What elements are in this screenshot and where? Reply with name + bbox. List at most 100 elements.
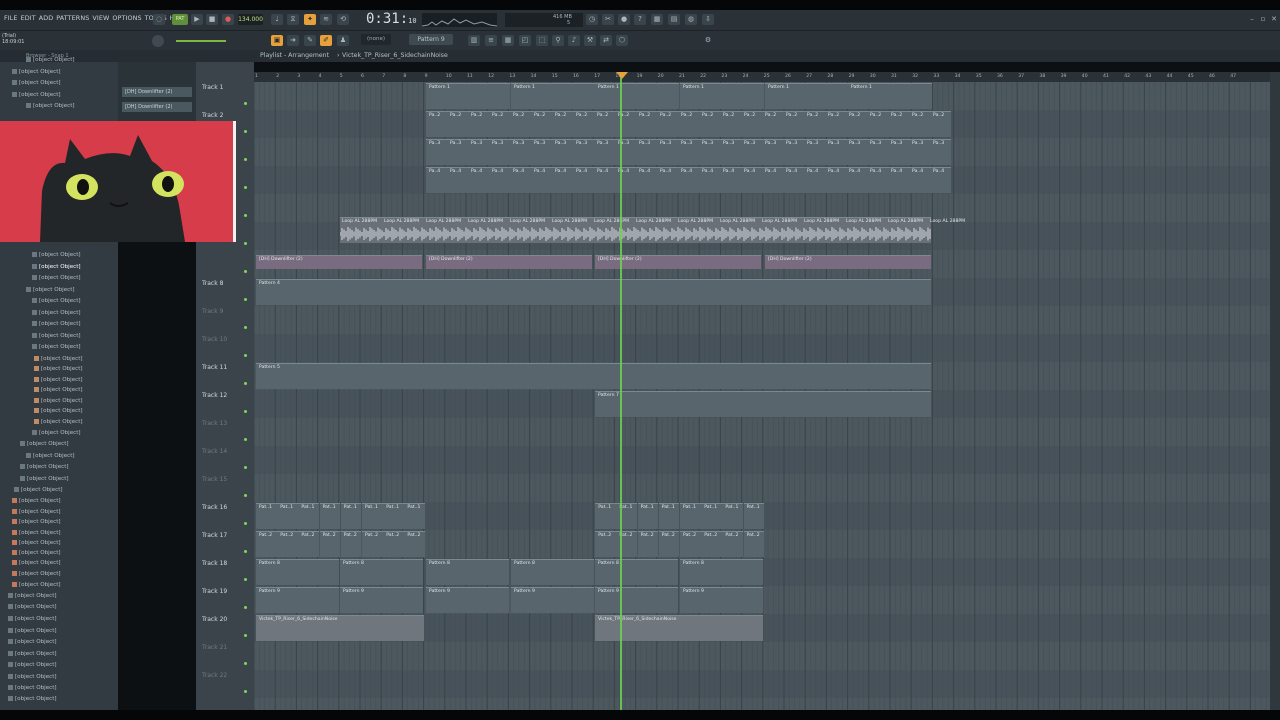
pattern-clip[interactable]: Pattern 1 — [426, 83, 510, 109]
browser-item[interactable]: [object Object] — [0, 614, 118, 625]
pattern-clip[interactable]: Pa..4 — [720, 167, 741, 193]
pattern-clip[interactable]: Pa..4 — [552, 167, 573, 193]
pattern-clip[interactable]: Pa..3 — [510, 139, 531, 165]
mixer-view-icon[interactable]: ▥ — [468, 35, 480, 46]
pattern-clip[interactable]: Pa..4 — [594, 167, 615, 193]
track-mute-dot[interactable] — [244, 298, 247, 301]
browser-item[interactable]: [object Object] — [0, 496, 118, 507]
grid-row[interactable] — [254, 334, 1270, 362]
grid-row[interactable] — [254, 418, 1270, 446]
countdown-icon[interactable]: ✦ — [304, 14, 316, 25]
track-mute-dot[interactable] — [244, 662, 247, 665]
pattern-clip[interactable]: Pat..2 — [277, 531, 298, 557]
channel-button[interactable]: [DH] Downlifter (2) — [122, 102, 192, 112]
track-label[interactable]: Track 9 — [202, 308, 223, 315]
browser-item[interactable]: [object Object] — [0, 672, 118, 683]
track-label[interactable]: Track 14 — [202, 448, 227, 455]
menu-item[interactable]: FILE — [4, 14, 18, 22]
browser-item[interactable]: [object Object] — [0, 78, 118, 89]
pattern-clip[interactable]: Pa..3 — [783, 139, 804, 165]
pattern-clip[interactable]: Pa..3 — [930, 139, 951, 165]
pattern-clip[interactable]: Pattern 1 — [680, 83, 764, 109]
pattern-clip[interactable]: Pattern 1 — [511, 83, 595, 109]
browser-item[interactable]: [object Object] — [0, 406, 118, 417]
track-label[interactable]: Track 16 — [202, 504, 227, 511]
menu-item[interactable]: ADD — [39, 14, 54, 22]
playlist-grid[interactable]: Pattern 1 Pattern 1 Pattern 1 Pattern 1 Patt… — [254, 82, 1270, 720]
pattern-clip[interactable]: Pa..4 — [741, 167, 762, 193]
pattern-clip[interactable]: Pa..3 — [699, 139, 720, 165]
browser-item[interactable]: [object Object] — [0, 649, 118, 660]
menu-item[interactable]: EDIT — [21, 14, 36, 22]
pattern-clip[interactable]: Pa..2 — [510, 111, 531, 137]
stamp-icon[interactable]: ♟ — [337, 35, 349, 46]
pattern-clip[interactable]: Pa..3 — [573, 139, 594, 165]
channel-rack-icon[interactable]: ≡ — [485, 35, 497, 46]
track-mute-dot[interactable] — [244, 354, 247, 357]
browser-item[interactable]: [object Object] — [0, 439, 118, 450]
menu-item[interactable]: VIEW — [92, 14, 109, 22]
pattern-clip[interactable]: Pat..1 — [680, 503, 701, 529]
browser-item[interactable]: [object Object] — [0, 485, 118, 496]
vertical-scrollbar[interactable] — [1270, 72, 1280, 720]
track-label[interactable]: Track 2 — [202, 112, 223, 119]
pattern-clip[interactable]: Pat..1 — [743, 503, 765, 529]
pattern-clip[interactable]: Pa..4 — [657, 167, 678, 193]
pattern-clip[interactable]: Pat..1 — [595, 503, 616, 529]
browser-item[interactable]: [object Object] — [0, 273, 118, 284]
browser-item[interactable]: [object Object] — [0, 428, 118, 439]
pattern-clip[interactable]: Pa..4 — [573, 167, 594, 193]
browser-item[interactable]: [object Object] — [0, 694, 118, 705]
pattern-clip[interactable]: Pat..1 — [637, 503, 659, 529]
browser-item[interactable]: [object Object] — [0, 67, 118, 78]
audio-clip[interactable]: Loop AL 288PM Loop AL 288PM Loop AL 288PM L… — [340, 217, 965, 243]
pattern-clip[interactable]: Pa..3 — [741, 139, 762, 165]
track-label[interactable]: Track 10 — [202, 336, 227, 343]
pattern-clip[interactable]: Pat..1 — [722, 503, 743, 529]
browser-item[interactable]: [object Object] — [0, 331, 118, 342]
record-mode-icon[interactable]: ◌ — [153, 14, 165, 25]
pattern-clip[interactable]: Pa..3 — [468, 139, 489, 165]
track-label[interactable]: Track 21 — [202, 644, 227, 651]
song-time[interactable]: 0:31:10 — [366, 11, 418, 28]
pattern-clip[interactable]: Pa..2 — [447, 111, 468, 137]
pattern-clip[interactable]: Pa..4 — [762, 167, 783, 193]
track-label[interactable]: Track 20 — [202, 616, 227, 623]
browser-item[interactable]: [object Object] — [0, 591, 118, 602]
export-icon[interactable]: ⬡ — [616, 35, 628, 46]
help-icon[interactable]: ? — [634, 14, 646, 25]
browser-item[interactable]: [object Object] — [0, 101, 118, 112]
pattern-clip[interactable]: Pa..3 — [636, 139, 657, 165]
pattern-clip[interactable]: Pa..3 — [552, 139, 573, 165]
pattern-clip[interactable]: Pat..2 — [743, 531, 765, 557]
pattern-clip[interactable]: Pa..4 — [846, 167, 867, 193]
mic-record-icon[interactable]: ♪ — [568, 35, 580, 46]
grid-row[interactable] — [254, 306, 1270, 334]
browser-item[interactable]: [object Object] — [0, 250, 118, 261]
track-label[interactable]: Track 19 — [202, 588, 227, 595]
track-mute-dot[interactable] — [244, 438, 247, 441]
cpu-icon[interactable]: ◷ — [586, 14, 598, 25]
pattern-clip[interactable]: Pa..2 — [846, 111, 867, 137]
pattern-clip[interactable]: Pa..2 — [909, 111, 930, 137]
track-mute-dot[interactable] — [244, 578, 247, 581]
pattern-clip[interactable]: Pa..2 — [489, 111, 510, 137]
pattern-clip[interactable]: Pa..3 — [762, 139, 783, 165]
pattern-clip[interactable]: Pa..2 — [888, 111, 909, 137]
pattern-clip[interactable]: Pattern 8 — [511, 559, 594, 585]
track-mute-dot[interactable] — [244, 186, 247, 189]
pattern-clip[interactable]: Pat..2 — [298, 531, 319, 557]
browser-item[interactable]: [object Object] — [0, 683, 118, 694]
track-mute-dot[interactable] — [244, 466, 247, 469]
pattern-clip[interactable]: Pa..3 — [426, 139, 447, 165]
settings-gear-icon[interactable]: ⚙ — [702, 35, 714, 46]
track-label[interactable]: Track 22 — [202, 672, 227, 679]
download-icon[interactable]: ⇩ — [702, 14, 714, 25]
chat-icon[interactable]: ◍ — [685, 14, 697, 25]
pattern-clip[interactable]: Pa..3 — [531, 139, 552, 165]
timeline-ruler[interactable]: 1 2 3 4 5 6 7 8 9 10 11 12 13 14 15 16 17 18 19 20 21 22 23 24 2… — [254, 72, 1270, 82]
pattern-clip[interactable]: Pa..2 — [867, 111, 888, 137]
pattern-clip[interactable]: Pa..4 — [531, 167, 552, 193]
pattern-clip[interactable]: Pa..2 — [657, 111, 678, 137]
pattern-clip[interactable]: Pattern 8 — [680, 559, 763, 585]
